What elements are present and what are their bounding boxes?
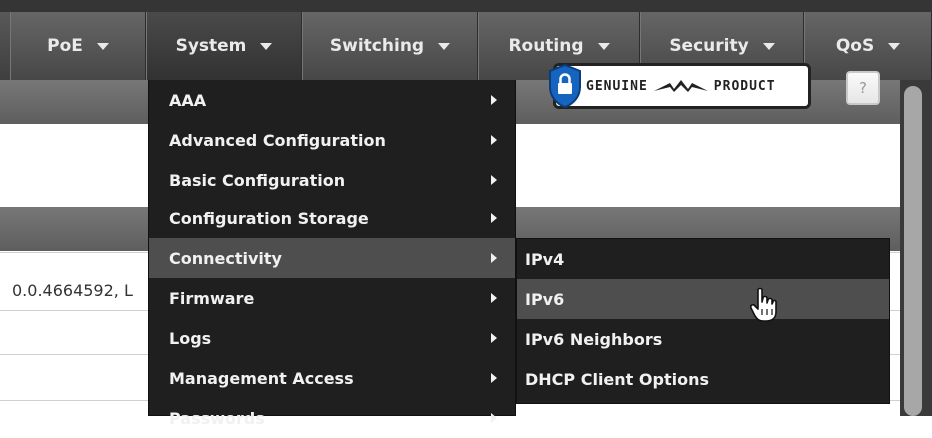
scrollbar-thumb[interactable] [904, 86, 922, 416]
tab-qos-label: QoS [835, 36, 875, 56]
badge-text: GENUINE PRODUCT [586, 79, 776, 94]
hand-pointer-icon [749, 287, 777, 322]
tab-qos[interactable]: QoS [804, 12, 932, 80]
caret-down-icon [762, 42, 775, 50]
submenu-item-label: IPv6 [525, 289, 565, 309]
menu-item-label: Management Access [169, 368, 354, 388]
caret-down-icon [260, 42, 273, 50]
menu-item-management-access[interactable]: Management Access [149, 358, 515, 398]
caret-down-icon [597, 42, 610, 50]
submenu-item-label: IPv4 [525, 249, 565, 269]
menu-item-label: AAA [169, 90, 207, 110]
tab-security-label: Security [669, 36, 749, 56]
tab-poe[interactable]: PoE [10, 12, 146, 80]
menu-item-passwords[interactable]: Passwords [149, 398, 515, 438]
badge-text-right: PRODUCT [713, 78, 776, 94]
menu-item-label: Connectivity [169, 248, 282, 268]
caret-down-icon [96, 42, 109, 50]
menu-item-label: Configuration Storage [169, 208, 369, 228]
submenu-item-ipv6[interactable]: IPv6 [517, 279, 889, 319]
menu-item-logs[interactable]: Logs [149, 318, 515, 358]
caret-right-icon [491, 253, 497, 263]
caret-right-icon [491, 213, 497, 223]
submenu-item-ipv6-neighbors[interactable]: IPv6 Neighbors [517, 319, 889, 359]
submenu-item-label: DHCP Client Options [525, 369, 709, 389]
caret-right-icon [491, 293, 497, 303]
submenu-item-ipv4[interactable]: IPv4 [517, 239, 889, 279]
tab-poe-label: PoE [47, 36, 83, 56]
menu-item-configuration-storage[interactable]: Configuration Storage [149, 198, 515, 238]
nav-top-strip [0, 0, 932, 12]
caret-right-icon [491, 373, 497, 383]
genuine-product-badge: GENUINE PRODUCT [549, 63, 811, 109]
menu-item-advanced-configuration[interactable]: Advanced Configuration [149, 120, 515, 160]
tab-switching-label: Switching [329, 36, 425, 56]
menu-item-label: Advanced Configuration [169, 130, 386, 150]
tab-routing-label: Routing [508, 36, 584, 56]
tab-switching[interactable]: Switching [302, 12, 478, 80]
shield-lock-icon [549, 63, 581, 109]
submenu-item-label: IPv6 Neighbors [525, 329, 663, 349]
submenu-item-dhcp-client-options[interactable]: DHCP Client Options [517, 359, 889, 399]
system-dropdown-menu: AAA Advanced Configuration Basic Configu… [148, 80, 516, 428]
caret-down-icon [438, 42, 451, 50]
menu-item-label: Logs [169, 328, 212, 348]
menu-item-aaa[interactable]: AAA [149, 80, 515, 120]
caret-right-icon [491, 135, 497, 145]
menu-item-label: Firmware [169, 288, 255, 308]
help-button[interactable]: ? [846, 71, 880, 105]
caret-right-icon [491, 175, 497, 185]
caret-down-icon [888, 42, 901, 50]
menu-item-connectivity[interactable]: Connectivity [149, 238, 515, 278]
menu-item-label: Basic Configuration [169, 170, 346, 190]
caret-right-icon [491, 95, 497, 105]
connectivity-submenu: IPv4 IPv6 IPv6 Neighbors DHCP Client Opt… [516, 238, 890, 404]
info-row-value: 0.0.4664592, L [12, 281, 133, 300]
menu-item-label: Passwords [169, 408, 265, 428]
ubiquiti-logo-icon [653, 80, 708, 92]
menu-item-firmware[interactable]: Firmware [149, 278, 515, 318]
menu-item-basic-configuration[interactable]: Basic Configuration [149, 160, 515, 200]
tab-system-label: System [175, 36, 247, 56]
caret-right-icon [491, 333, 497, 343]
badge-text-left: GENUINE [586, 78, 648, 94]
caret-right-icon [491, 413, 497, 423]
tab-system[interactable]: System [146, 12, 302, 80]
